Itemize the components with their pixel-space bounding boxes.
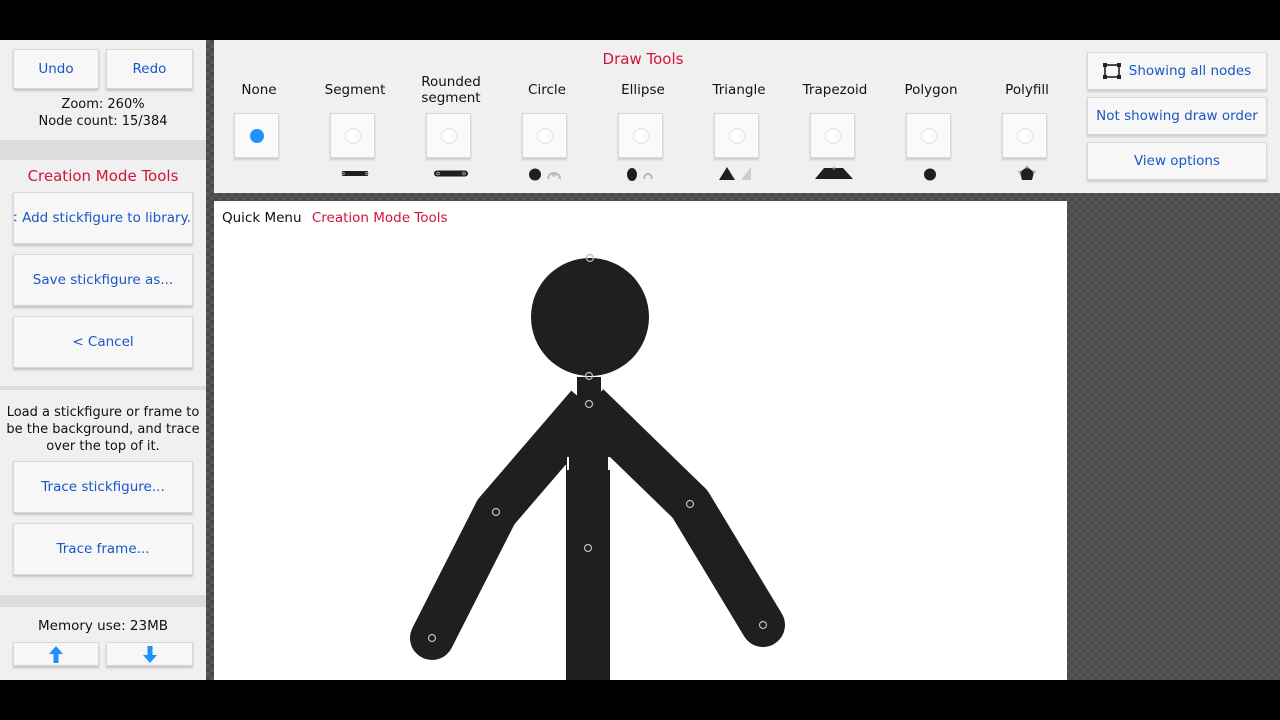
tool-label: None: [241, 82, 277, 98]
undo-button[interactable]: Undo: [13, 49, 99, 89]
polyfill-preview-icon: [1018, 165, 1036, 180]
creation-mode-title: Creation Mode Tools: [27, 167, 179, 185]
divider: [0, 595, 206, 607]
show-nodes-button[interactable]: Showing all nodes: [1087, 52, 1267, 90]
divider: [0, 386, 206, 390]
tool-radio-segment[interactable]: [330, 113, 375, 158]
tool-radio-trapezoid[interactable]: [810, 113, 855, 158]
tool-radio-rounded-segment[interactable]: [426, 113, 471, 158]
radio-icon: [825, 128, 841, 144]
trace-help-text: Load a stickfigure or frame to be the ba…: [6, 405, 200, 454]
radio-icon: [633, 128, 649, 144]
radio-icon: [1017, 128, 1033, 144]
cancel-button[interactable]: < Cancel: [13, 316, 193, 368]
tool-circle[interactable]: Circle: [499, 40, 595, 193]
stickfigure[interactable]: [214, 201, 1067, 680]
memory-usage: Memory use: 23MB: [37, 618, 169, 634]
tool-label: Polygon: [904, 82, 958, 98]
radio-icon: [729, 128, 745, 144]
draw-order-button[interactable]: Not showing draw order: [1087, 97, 1267, 135]
canvas-area: Quick Menu Creation Mode Tools: [214, 193, 1280, 680]
add-to-library-button[interactable]: < Add stickfigure to library...: [13, 192, 193, 244]
tool-radio-polygon[interactable]: [906, 113, 951, 158]
radio-icon: [441, 128, 457, 144]
arrow-down-icon: [142, 645, 157, 663]
tool-segment[interactable]: Segment: [307, 40, 403, 193]
divider: [0, 140, 206, 160]
tool-polygon[interactable]: Polygon: [883, 40, 979, 193]
tool-none[interactable]: None: [211, 40, 307, 193]
radio-selected-icon: [250, 129, 264, 143]
stickfigure-right-forearm[interactable]: [668, 482, 785, 647]
show-nodes-label: Showing all nodes: [1128, 63, 1252, 79]
tool-label: Ellipse: [621, 82, 665, 98]
tool-label: Polyfill: [1005, 82, 1049, 98]
stickfigure-left-forearm[interactable]: [410, 490, 518, 660]
polygon-preview-icon: [924, 168, 936, 181]
radio-icon: [921, 128, 937, 144]
triangle-preview-icon: [719, 167, 751, 180]
rounded-segment-preview-icon: [434, 170, 468, 177]
tool-radio-circle[interactable]: [522, 113, 567, 158]
tool-ellipse[interactable]: Ellipse: [595, 40, 691, 193]
tool-radio-triangle[interactable]: [714, 113, 759, 158]
node-count: Node count: 15/384: [38, 114, 168, 129]
trace-frame-button[interactable]: Trace frame...: [13, 523, 193, 575]
segment-preview-icon: [341, 171, 369, 176]
ellipse-preview-icon: [627, 168, 653, 181]
tool-polyfill[interactable]: Polyfill: [979, 40, 1075, 193]
radio-icon: [345, 128, 361, 144]
trace-stickfigure-button[interactable]: Trace stickfigure...: [13, 461, 193, 513]
radio-icon: [537, 128, 553, 144]
tool-rounded-segment[interactable]: Rounded segment: [403, 40, 499, 193]
draw-tools-toolbar: Draw Tools None Segment Rounded segment: [214, 40, 1280, 193]
stickfigure-head[interactable]: [531, 258, 649, 376]
trapezoid-preview-icon: [815, 166, 853, 179]
tool-radio-none[interactable]: [234, 113, 279, 158]
circle-preview-icon: [529, 168, 561, 181]
drawing-canvas[interactable]: Quick Menu Creation Mode Tools: [214, 201, 1067, 680]
save-stickfigure-button[interactable]: Save stickfigure as...: [13, 254, 193, 306]
move-up-button[interactable]: [13, 642, 99, 666]
arrow-up-icon: [49, 645, 63, 663]
tool-label: Circle: [528, 82, 566, 98]
tool-label: Rounded segment: [421, 74, 481, 106]
zoom-level: Zoom: 260%: [61, 97, 145, 112]
view-options-button[interactable]: View options: [1087, 142, 1267, 180]
tool-label: Triangle: [712, 82, 766, 98]
redo-button[interactable]: Redo: [106, 49, 193, 89]
tool-triangle[interactable]: Triangle: [691, 40, 787, 193]
left-panel: Undo Redo Zoom: 260% Node count: 15/384 …: [0, 40, 206, 680]
tool-radio-ellipse[interactable]: [618, 113, 663, 158]
app-window: Undo Redo Zoom: 260% Node count: 15/384 …: [0, 0, 1280, 720]
tool-trapezoid[interactable]: Trapezoid: [787, 40, 883, 193]
tool-radio-polyfill[interactable]: [1002, 113, 1047, 158]
tool-label: Trapezoid: [802, 82, 868, 98]
tool-label: Segment: [324, 82, 386, 98]
move-down-button[interactable]: [106, 642, 193, 666]
select-box-icon: [1102, 63, 1121, 79]
